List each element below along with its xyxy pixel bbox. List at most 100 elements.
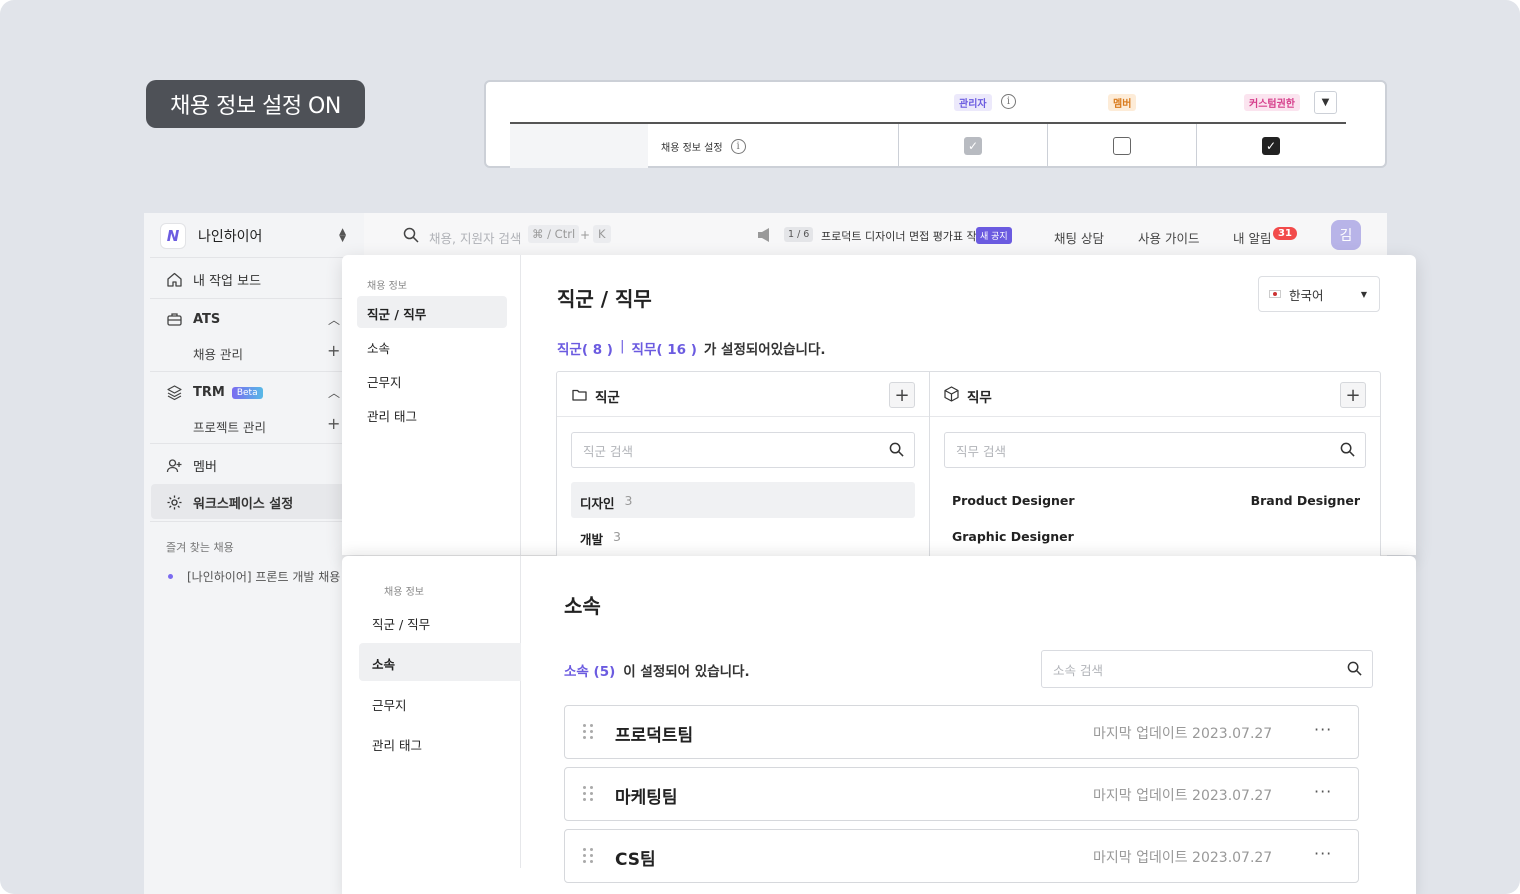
sidebar-item-trm[interactable]: TRM Beta [166, 384, 263, 401]
nav-item-tags[interactable]: 관리 태그 [367, 406, 417, 425]
gear-icon [167, 495, 182, 510]
group-column: 직군 + 직군 검색 디자인 3 개발 3 [556, 371, 930, 561]
nav-item-tags[interactable]: 관리 태그 [372, 735, 422, 754]
drag-handle-icon[interactable] [583, 786, 593, 802]
info-icon[interactable]: i [730, 139, 746, 154]
last-updated: 마지막 업데이트 2023.07.27 [1093, 850, 1273, 866]
caret-down-icon: ▼ [1321, 97, 1330, 108]
checkbox-admin: ✓ [964, 137, 982, 155]
permission-table: 관리자 i 멤버 커스텀권한 ▼ 채용 정보 설정 i ✓ ✓ [484, 80, 1387, 168]
group-search-input[interactable]: 직군 검색 [571, 432, 915, 468]
column-divider [1196, 124, 1197, 168]
search-icon [403, 227, 419, 243]
feature-label-pill: 채용 정보 설정 ON [146, 80, 365, 128]
department-search-input[interactable]: 소속 검색 [1041, 650, 1373, 688]
divider [150, 371, 356, 372]
sidebar-item-ats[interactable]: ATS [166, 311, 220, 328]
nav-divider [520, 255, 521, 555]
check-icon: ✓ [1265, 139, 1277, 153]
more-icon[interactable]: ··· [1314, 782, 1332, 801]
sidebar-item-workspace-settings[interactable]: 워크스페이스 설정 [166, 493, 293, 512]
sidebar-item-recruit-manage[interactable]: 채용 관리 [193, 344, 243, 363]
job-list-item[interactable]: Graphic Designer [952, 529, 1074, 544]
cube-icon [944, 386, 959, 402]
chevron-up-icon[interactable]: ︿ [328, 384, 340, 401]
checkbox-custom[interactable]: ✓ [1262, 137, 1280, 155]
add-icon[interactable]: + [327, 414, 340, 433]
global-search-input[interactable]: 채용, 지원자 검색 [429, 228, 521, 247]
department-row[interactable]: CS팀 마지막 업데이트 2023.07.27 ··· [564, 829, 1359, 883]
workspace-name: 나인하이어 [198, 229, 263, 245]
sidebar-item-project-manage[interactable]: 프로젝트 관리 [193, 417, 266, 436]
more-icon[interactable]: ··· [1314, 844, 1332, 863]
nav-item-job-category[interactable]: 직군 / 직무 [372, 614, 430, 633]
summary-text: 소속 (5) 이 설정되어 있습니다. [564, 660, 750, 680]
nav-item-workplace[interactable]: 근무지 [372, 695, 407, 714]
department-name: 프로덕트팀 [615, 726, 694, 746]
role-badge-admin: 관리자 [954, 94, 992, 111]
nav-item-job-category[interactable]: 직군 / 직무 [367, 304, 426, 323]
add-icon[interactable]: + [327, 341, 340, 360]
last-updated: 마지막 업데이트 2023.07.27 [1093, 726, 1273, 742]
column-divider [1047, 124, 1048, 168]
job-list-item[interactable]: Product Designer [952, 493, 1075, 508]
nav-item-workplace[interactable]: 근무지 [367, 372, 402, 391]
drag-handle-icon[interactable] [583, 724, 593, 740]
department-row[interactable]: 프로덕트팀 마지막 업데이트 2023.07.27 ··· [564, 705, 1359, 759]
drag-handle-icon[interactable] [583, 848, 593, 864]
shortcut-plus: + [580, 228, 591, 242]
shortcut-key: K [593, 225, 611, 243]
chevron-updown-icon: ▲ ▼ [339, 227, 346, 244]
summary-group-count: 직군( 8 ) [557, 342, 613, 358]
checkbox-member[interactable] [1113, 137, 1131, 155]
department-name: 마케팅팀 [615, 788, 678, 808]
add-group-button[interactable]: + [889, 382, 915, 408]
summary-text: 직군( 8 ) | 직무( 16 ) 가 설정되어있습니다. [557, 338, 826, 358]
notice-text[interactable]: 프로덕트 디자이너 면접 평가표 작... [821, 228, 987, 244]
group-list-item[interactable]: 디자인 3 [580, 493, 632, 512]
workspace-switcher[interactable]: N 나인하이어 ▲ ▼ [160, 223, 356, 249]
nav-item-department[interactable]: 소속 [372, 654, 395, 673]
nav-divider [520, 556, 521, 868]
last-updated: 마지막 업데이트 2023.07.27 [1093, 788, 1273, 804]
permission-row-label: 채용 정보 설정 i [661, 139, 746, 154]
group-list-item[interactable]: 개발 3 [580, 529, 621, 548]
divider [150, 298, 356, 299]
role-badge-member: 멤버 [1108, 94, 1137, 111]
role-badge-custom: 커스텀권한 [1244, 94, 1300, 111]
language-select[interactable]: 한국어 ▼ [1258, 276, 1380, 312]
job-search-input[interactable]: 직무 검색 [944, 432, 1366, 468]
role-dropdown-button[interactable]: ▼ [1314, 91, 1337, 114]
new-notice-badge: 새 공지 [976, 227, 1012, 244]
add-job-button[interactable]: + [1340, 382, 1366, 408]
job-column-title: 직무 [967, 390, 992, 406]
chat-support-link[interactable]: 채팅 상담 [1054, 228, 1104, 247]
chevron-up-icon[interactable]: ︿ [328, 311, 340, 328]
department-row[interactable]: 마케팅팀 마지막 업데이트 2023.07.27 ··· [564, 767, 1359, 821]
divider [150, 521, 356, 522]
notice-counter: 1 / 6 [784, 227, 814, 242]
job-column: 직무 + 직무 검색 Product Designer Brand Design… [929, 371, 1381, 561]
user-guide-link[interactable]: 사용 가이드 [1138, 228, 1199, 247]
flag-kr-icon [1269, 290, 1281, 298]
sidebar-item-member[interactable]: 멤버 [166, 456, 217, 475]
megaphone-icon [758, 228, 769, 242]
user-add-icon [166, 459, 182, 473]
search-icon [1347, 661, 1362, 676]
favorites-title: 즐겨 찾는 채용 [166, 541, 234, 554]
job-list-item[interactable]: Brand Designer [1251, 493, 1360, 508]
shortcut-key: ⌘ / Ctrl [528, 225, 580, 243]
sidebar-item-dashboard[interactable]: 내 작업 보드 [166, 270, 261, 289]
info-icon[interactable]: i [1001, 94, 1016, 109]
column-divider [898, 124, 899, 168]
row-label-spacer [510, 124, 648, 168]
favorite-item[interactable]: [나인하이어] 프론트 개발 채용 [168, 568, 340, 585]
more-icon[interactable]: ··· [1314, 720, 1332, 739]
search-icon [1340, 442, 1355, 457]
bullet-icon [168, 574, 173, 579]
notifications-link[interactable]: 내 알림 [1233, 228, 1271, 247]
avatar[interactable]: 김 [1331, 220, 1361, 250]
layers-icon [167, 385, 182, 401]
nav-item-department[interactable]: 소속 [367, 338, 390, 357]
summary-department-count: 소속 (5) [564, 664, 616, 680]
